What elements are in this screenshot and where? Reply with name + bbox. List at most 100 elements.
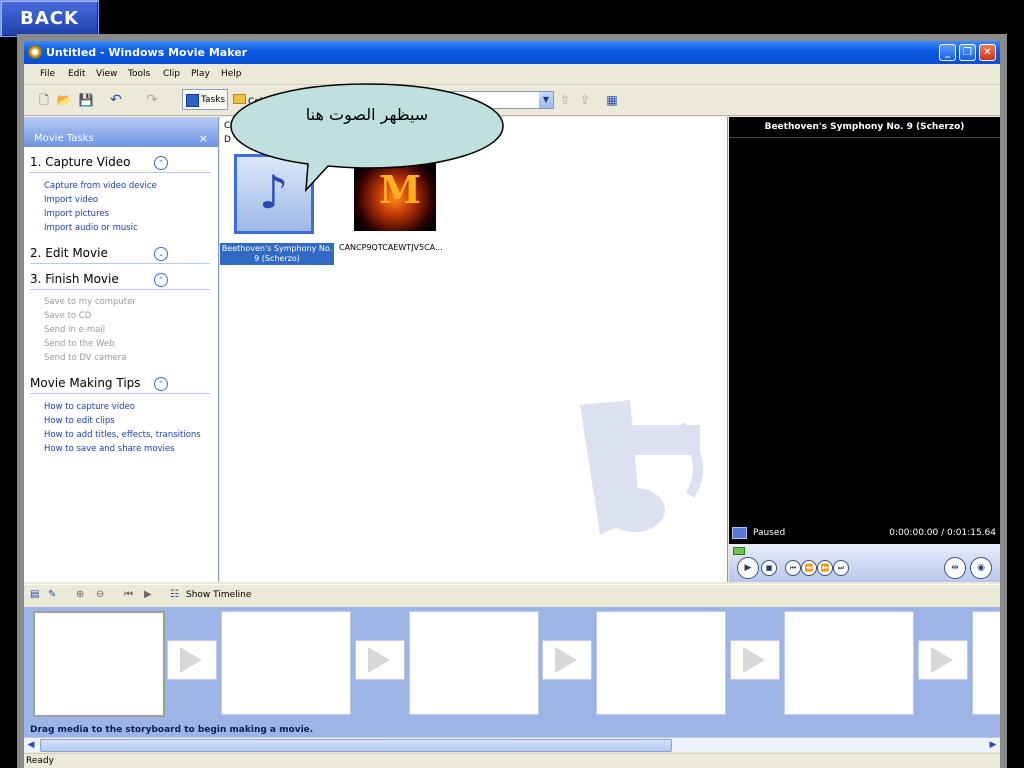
back-button[interactable]: BACK [0,0,99,37]
storyboard: Drag media to the storyboard to begin ma… [24,607,1000,737]
collapse-icon[interactable]: ⌃ [154,273,168,287]
rewind-storyboard-icon[interactable]: ⏮ [124,589,133,600]
show-timeline-button[interactable]: Show Timeline [186,590,251,600]
redo-icon[interactable]: ↷ [144,92,160,108]
preview-status-bar: Paused 0:00:00.00 / 0:01:15.64 [729,522,1000,544]
tasks-label: Tasks [201,95,226,105]
section-divider [30,289,210,290]
open-project-icon[interactable]: 📂 [56,92,72,108]
link-tip-save[interactable]: How to save and share movies [44,444,175,454]
link-send-web[interactable]: Send to the Web [44,339,115,349]
collapse-icon[interactable]: ⌃ [154,156,168,170]
transition-cell[interactable] [918,640,968,680]
transition-cell[interactable] [730,640,780,680]
section-divider [30,172,210,173]
minimize-button[interactable]: _ [939,44,956,61]
link-import-video[interactable]: Import video [44,195,98,205]
menu-tools[interactable]: Tools [128,69,150,79]
stop-icon[interactable]: ■ [761,560,777,576]
close-tasks-icon[interactable]: × [199,132,208,145]
storyboard-cell[interactable] [221,611,351,715]
link-send-email[interactable]: Send in e-mail [44,325,105,335]
zoom-out-icon[interactable]: ⊖ [96,589,104,600]
seek-slider[interactable] [733,547,745,555]
zoom-in-icon[interactable]: ⊕ [76,589,84,600]
status-bar: Ready [24,753,1000,768]
play-icon[interactable]: ▶ [737,557,759,579]
tasks-header-title: Movie Tasks [34,133,94,144]
storyboard-scrollbar[interactable]: ◀ ▶ [24,737,1000,752]
clip-caption[interactable]: CANCP9QTCAEWTJV5CA... [339,243,443,252]
narrate-icon[interactable]: ✎ [48,589,56,600]
new-collection-icon[interactable]: ⇪ [577,92,593,108]
transition-arrow-icon [931,647,953,673]
menu-file[interactable]: File [40,69,55,79]
forward-icon[interactable]: ⏩ [817,560,833,576]
transition-cell[interactable] [355,640,405,680]
rewind-icon[interactable]: ⏪ [801,560,817,576]
monitor-icon [732,527,747,539]
transition-arrow-icon [180,647,202,673]
collapse-icon[interactable]: ⌃ [154,377,168,391]
views-icon[interactable]: ▦ [604,92,620,108]
title-bar: Untitled - Windows Movie Maker _ ❐ ✕ [24,41,1000,64]
link-save-to-cd[interactable]: Save to CD [44,311,91,321]
take-picture-icon[interactable]: ◉ [970,557,992,579]
scroll-right-icon[interactable]: ▶ [986,738,1000,752]
new-project-icon[interactable]: 🗋 [36,92,52,108]
movie-maker-window: Untitled - Windows Movie Maker _ ❐ ✕ Fil… [24,41,1000,768]
link-import-audio[interactable]: Import audio or music [44,223,138,233]
link-tip-titles[interactable]: How to add titles, effects, transitions [44,430,201,440]
menu-bar: File Edit View Tools Clip Play Help [24,64,1000,85]
section-finish-movie[interactable]: 3. Finish Movie [30,272,119,286]
section-movie-tips[interactable]: Movie Making Tips [30,376,141,390]
storyboard-cell[interactable] [972,611,1000,715]
chevron-down-icon[interactable]: ▼ [539,92,553,108]
link-import-pictures[interactable]: Import pictures [44,209,109,219]
playback-controls: ▶ ■ ⏮ ⏪ ⏩ ⏭ ⇹ ◉ [729,544,1000,582]
storyboard-cell[interactable] [409,611,539,715]
transition-arrow-icon [555,647,577,673]
transition-arrow-icon [743,647,765,673]
playback-time: 0:00:00.00 / 0:01:15.64 [889,528,996,538]
link-send-dv[interactable]: Send to DV camera [44,353,126,363]
clip-caption-selected[interactable]: Beethoven's Symphony No. 9 (Scherzo) [220,243,334,265]
menu-edit[interactable]: Edit [68,69,85,79]
next-frame-icon[interactable]: ⏭ [833,560,849,576]
transition-cell[interactable] [542,640,592,680]
link-tip-edit[interactable]: How to edit clips [44,416,115,426]
transition-arrow-icon [368,647,390,673]
menu-clip[interactable]: Clip [163,69,180,79]
tasks-button[interactable]: Tasks [182,89,228,110]
status-text: Ready [26,756,54,766]
transition-cell[interactable] [167,640,217,680]
play-storyboard-icon[interactable]: ▶ [144,589,152,600]
menu-play[interactable]: Play [191,69,210,79]
expand-icon[interactable]: ⌄ [154,247,168,261]
save-project-icon[interactable]: 💾 [78,92,94,108]
up-level-icon[interactable]: ⇧ [557,92,573,108]
menu-view[interactable]: View [96,69,117,79]
playback-status: Paused [753,528,786,538]
scroll-left-icon[interactable]: ◀ [24,738,38,752]
tasks-icon [186,94,199,107]
link-tip-capture[interactable]: How to capture video [44,402,135,412]
storyboard-icon[interactable]: ▤ [30,589,39,600]
callout-text: سيظهر الصوت هنا [305,105,429,124]
split-clip-icon[interactable]: ⇹ [944,557,966,579]
menu-help[interactable]: Help [221,69,242,79]
undo-icon[interactable]: ↶ [108,92,124,108]
section-capture-video[interactable]: 1. Capture Video [30,155,130,169]
scrollbar-thumb[interactable] [40,739,672,752]
close-button[interactable]: ✕ [979,44,996,61]
link-save-to-computer[interactable]: Save to my computer [44,297,136,307]
previous-frame-icon[interactable]: ⏮ [785,560,801,576]
section-edit-movie[interactable]: 2. Edit Movie [30,246,108,260]
storyboard-cell[interactable] [33,611,165,717]
maximize-button[interactable]: ❐ [959,44,976,61]
storyboard-cell[interactable] [784,611,914,715]
link-capture-from-device[interactable]: Capture from video device [44,181,157,191]
section-divider [30,393,210,394]
storyboard-cell[interactable] [596,611,726,715]
timeline-icon[interactable]: ☷ [170,589,179,600]
